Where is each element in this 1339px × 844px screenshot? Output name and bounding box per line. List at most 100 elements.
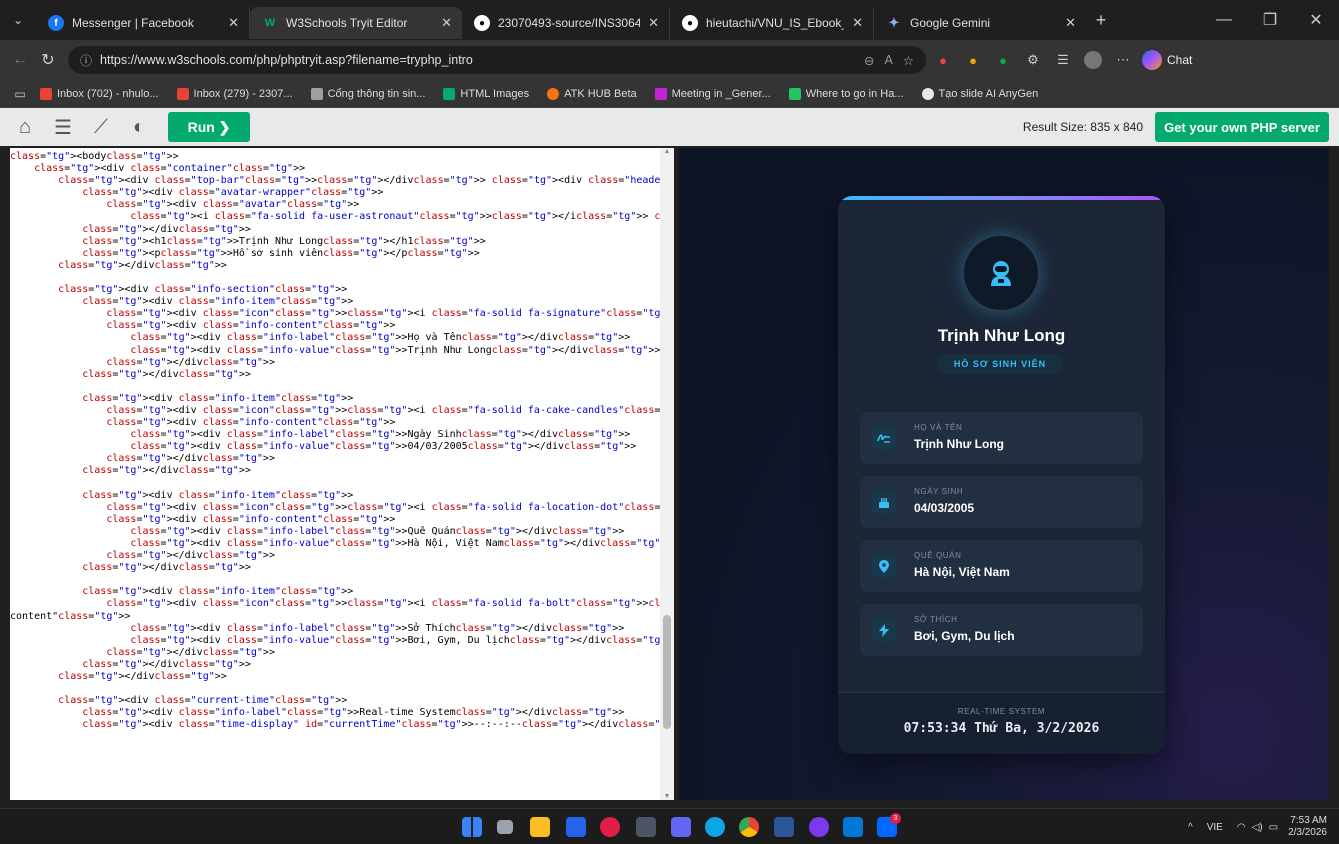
site-info-icon[interactable]: ⓘ bbox=[80, 52, 92, 69]
code-line[interactable]: class="tg"><div class="info-item"class="… bbox=[10, 586, 674, 598]
home-icon[interactable]: ⌂ bbox=[6, 108, 44, 146]
code-line[interactable]: class="tg"><div class="info-value"class=… bbox=[10, 441, 674, 453]
code-line[interactable]: class="tg"><div class="icon"class="tg">>… bbox=[10, 598, 674, 610]
tab-gemini[interactable]: ✦ Google Gemini ✕ bbox=[874, 7, 1086, 39]
teams-icon[interactable] bbox=[671, 817, 691, 837]
copilot-chat-button[interactable]: Chat bbox=[1142, 50, 1192, 70]
rotate-layout-icon[interactable]: ⟋ bbox=[82, 108, 120, 146]
back-arrow-icon[interactable]: ← bbox=[6, 51, 34, 69]
windows-start-icon[interactable] bbox=[462, 817, 482, 837]
chrome-icon[interactable] bbox=[739, 817, 759, 837]
code-scrollbar[interactable]: ▲ ▼ bbox=[660, 148, 674, 800]
code-line[interactable]: class="tg"></divclass="tg">> bbox=[10, 465, 674, 477]
calculator-icon[interactable] bbox=[636, 817, 656, 837]
code-line[interactable]: class="tg"><div class="top-bar"class="tg… bbox=[10, 175, 674, 187]
bookmark-meeting[interactable]: Meeting in _Gener... bbox=[654, 87, 771, 100]
task-view-icon[interactable] bbox=[497, 820, 513, 834]
reload-icon[interactable]: ↻ bbox=[34, 50, 62, 70]
new-tab-plus-icon[interactable]: + bbox=[1086, 10, 1116, 31]
code-line[interactable]: class="tg"><div class="info-value"class=… bbox=[10, 345, 674, 357]
code-line[interactable]: class="tg"><div class="info-value"class=… bbox=[10, 538, 674, 550]
code-line[interactable]: class="tg"><bodyclass="tg">> bbox=[10, 151, 674, 163]
code-line[interactable]: class="tg"><h1class="tg">>Trịnh Như Long… bbox=[10, 236, 674, 248]
code-line[interactable]: class="tg"><div class="avatar-wrapper"cl… bbox=[10, 187, 674, 199]
code-line[interactable]: class="tg"><div class="info-label"class=… bbox=[10, 707, 674, 719]
code-line[interactable] bbox=[10, 272, 674, 284]
github-desktop-icon[interactable] bbox=[809, 817, 829, 837]
extensions-puzzle-icon[interactable]: ⚙ bbox=[1020, 49, 1046, 71]
code-line[interactable]: class="tg"><div class="info-item"class="… bbox=[10, 393, 674, 405]
scroll-down-arrow-icon[interactable]: ▼ bbox=[660, 793, 674, 800]
bookmark-html-images[interactable]: HTML Images bbox=[443, 87, 529, 100]
volume-icon[interactable]: ◁) bbox=[1252, 822, 1263, 833]
run-button[interactable]: Run ❯ bbox=[168, 112, 250, 142]
code-line[interactable]: class="tg"></divclass="tg">> bbox=[10, 562, 674, 574]
favorites-icon[interactable]: ☰ bbox=[1050, 49, 1076, 71]
code-line[interactable]: class="tg"><div class="avatar"class="tg"… bbox=[10, 199, 674, 211]
edge-icon[interactable] bbox=[705, 817, 725, 837]
file-explorer-icon[interactable] bbox=[530, 817, 550, 837]
close-window-icon[interactable]: ✕ bbox=[1293, 10, 1339, 30]
code-line[interactable]: class="tg"></divclass="tg">> bbox=[10, 550, 674, 562]
code-line[interactable]: class="tg"></divclass="tg">> bbox=[10, 357, 674, 369]
code-line[interactable]: content"class="tg">> bbox=[10, 611, 674, 623]
code-line[interactable]: class="tg"><div class="info-label"class=… bbox=[10, 623, 674, 635]
scrollbar-thumb[interactable] bbox=[663, 615, 671, 729]
code-line[interactable]: class="tg"></divclass="tg">> bbox=[10, 224, 674, 236]
code-line[interactable]: class="tg"><div class="info-content"clas… bbox=[10, 417, 674, 429]
code-editor[interactable]: class="tg"><bodyclass="tg">> class="tg">… bbox=[10, 148, 674, 800]
tab-messenger[interactable]: f Messenger | Facebook ✕ bbox=[36, 7, 250, 39]
code-line[interactable]: class="tg"><div class="info-label"class=… bbox=[10, 526, 674, 538]
code-line[interactable]: class="tg"><pclass="tg">>Hồ sơ sinh viên… bbox=[10, 248, 674, 260]
extension-fox-icon[interactable]: ● bbox=[960, 49, 986, 71]
url-field[interactable]: ⓘ https://www.w3schools.com/php/phptryit… bbox=[68, 46, 926, 74]
extension-badge-icon[interactable]: ● bbox=[930, 49, 956, 71]
scroll-up-arrow-icon[interactable]: ▲ bbox=[660, 148, 674, 155]
profile-avatar[interactable] bbox=[1080, 49, 1106, 71]
close-tab-icon[interactable]: ✕ bbox=[648, 15, 659, 31]
code-line[interactable] bbox=[10, 574, 674, 586]
bookmark-anygen[interactable]: Tạo slide AI AnyGen bbox=[921, 87, 1038, 100]
code-line[interactable]: class="tg"><div class="info-content"clas… bbox=[10, 514, 674, 526]
code-line[interactable] bbox=[10, 683, 674, 695]
bookmark-atk-hub[interactable]: ATK HUB Beta bbox=[547, 87, 637, 100]
sidebar-toggle-icon[interactable]: ▭ bbox=[0, 87, 40, 101]
more-menu-icon[interactable]: ⋯ bbox=[1110, 49, 1136, 71]
code-line[interactable]: class="tg"></divclass="tg">> bbox=[10, 260, 674, 272]
code-line[interactable]: class="tg"></divclass="tg">> bbox=[10, 671, 674, 683]
bookmark-portal[interactable]: Cổng thông tin sin... bbox=[310, 87, 425, 100]
code-line[interactable]: class="tg"><div class="icon"class="tg">>… bbox=[10, 308, 674, 320]
code-line[interactable] bbox=[10, 478, 674, 490]
code-line[interactable]: class="tg"><div class="info-label"class=… bbox=[10, 332, 674, 344]
get-php-server-button[interactable]: Get your own PHP server bbox=[1155, 112, 1329, 142]
favorite-star-icon[interactable]: ☆ bbox=[903, 53, 914, 68]
zoom-icon[interactable]: ⊖ bbox=[864, 53, 874, 68]
extension-leaf-icon[interactable]: ● bbox=[990, 49, 1016, 71]
minimize-icon[interactable]: — bbox=[1201, 11, 1247, 29]
code-line[interactable]: class="tg"><div class="icon"class="tg">>… bbox=[10, 502, 674, 514]
clock[interactable]: 7:53 AM 2/3/2026 bbox=[1288, 815, 1327, 839]
close-tab-icon[interactable]: ✕ bbox=[1065, 15, 1076, 31]
code-line[interactable]: class="tg"><div class="time-display" id=… bbox=[10, 719, 674, 731]
theme-toggle-icon[interactable]: ◐ bbox=[120, 108, 158, 146]
code-line[interactable]: class="tg"></divclass="tg">> bbox=[10, 647, 674, 659]
vscode-icon[interactable] bbox=[843, 817, 863, 837]
code-line[interactable]: class="tg"><div class="info-section"clas… bbox=[10, 284, 674, 296]
code-line[interactable]: class="tg"><div class="info-label"class=… bbox=[10, 429, 674, 441]
code-line[interactable]: class="tg"><div class="info-content"clas… bbox=[10, 320, 674, 332]
bookmark-gmail-2[interactable]: Inbox (279) - 2307... bbox=[176, 87, 293, 100]
code-line[interactable]: class="tg"><div class="info-value"class=… bbox=[10, 635, 674, 647]
code-line[interactable]: class="tg"></divclass="tg">> bbox=[10, 369, 674, 381]
code-line[interactable]: class="tg"><div class="info-item"class="… bbox=[10, 296, 674, 308]
code-line[interactable] bbox=[10, 381, 674, 393]
tab-actions-chevron-icon[interactable]: ⌄ bbox=[0, 13, 36, 27]
menu-icon[interactable]: ☰ bbox=[44, 108, 82, 146]
code-line[interactable]: class="tg"></divclass="tg">> bbox=[10, 453, 674, 465]
bookmark-where-to-go[interactable]: Where to go in Ha... bbox=[788, 87, 904, 100]
tab-github-source[interactable]: ● 23070493-source/INS306401-INS3 ✕ bbox=[462, 7, 670, 39]
read-aloud-icon[interactable]: A bbox=[884, 53, 892, 67]
code-line[interactable]: class="tg"><div class="icon"class="tg">>… bbox=[10, 405, 674, 417]
tab-w3schools[interactable]: W W3Schools Tryit Editor ✕ bbox=[250, 7, 462, 39]
battery-icon[interactable]: ▭ bbox=[1269, 822, 1278, 833]
close-tab-icon[interactable]: ✕ bbox=[228, 15, 239, 31]
